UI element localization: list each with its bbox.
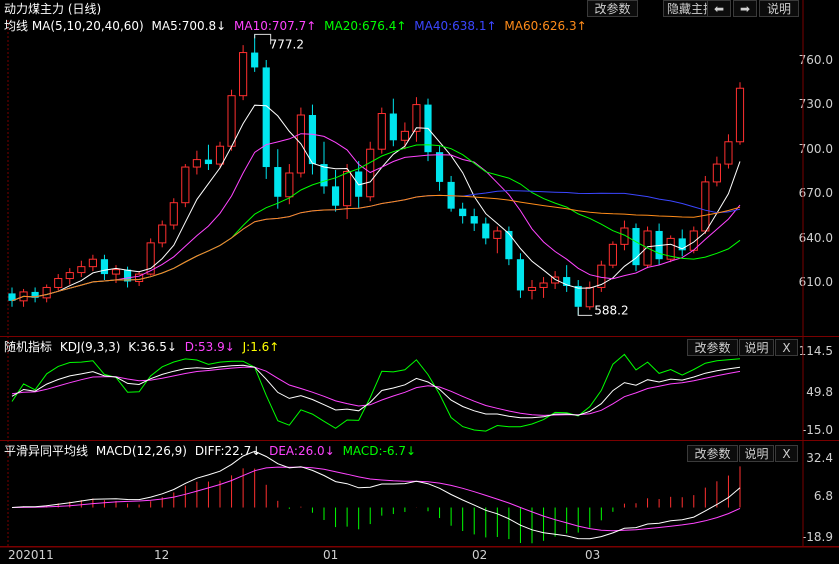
candle-body	[516, 259, 525, 291]
candle-body	[158, 224, 167, 244]
candle-body	[377, 113, 386, 150]
candle-body	[574, 285, 582, 307]
candle-body	[735, 87, 745, 143]
candle-body	[608, 243, 617, 266]
candle-body	[262, 67, 270, 168]
candle-body	[77, 266, 86, 274]
candle-body	[343, 171, 352, 207]
candle-body	[701, 181, 710, 232]
ma40-line	[11, 190, 741, 302]
high-marker	[254, 33, 272, 45]
kdj-j-line	[11, 353, 741, 432]
candle-body	[285, 172, 294, 198]
candle-body	[493, 230, 502, 239]
candle-body	[435, 152, 444, 182]
candle-body	[400, 130, 409, 141]
candle-body	[65, 272, 74, 280]
candle-body	[227, 95, 236, 147]
candle-body	[308, 115, 317, 165]
candle-body	[459, 208, 467, 217]
macd-diff-line	[11, 450, 741, 540]
high-label: 777.2	[270, 37, 304, 51]
chart-canvas[interactable]: 777.2 588.2	[0, 0, 839, 564]
candle-body	[539, 282, 548, 288]
macd-group	[11, 450, 741, 544]
candle-body	[251, 52, 259, 68]
candle-body	[274, 167, 282, 197]
candle-body	[181, 166, 190, 204]
candle-body	[505, 230, 513, 260]
ma5-line	[11, 104, 741, 302]
candle-body	[169, 202, 178, 226]
ma20-line	[11, 144, 741, 302]
candle-body	[724, 141, 733, 165]
candle-body	[192, 159, 201, 168]
candle-body	[239, 52, 248, 97]
low-label: 588.2	[594, 303, 628, 317]
candle-body	[111, 269, 121, 275]
ma-lines-group	[11, 104, 741, 302]
kdj-d-line	[11, 366, 741, 416]
candle-body	[54, 278, 63, 288]
candle-body	[204, 159, 213, 165]
candle-body	[482, 223, 490, 239]
candle-body	[100, 259, 109, 275]
kdj-k-line	[11, 364, 741, 419]
candle-body	[42, 286, 51, 299]
kdj-lines-group	[11, 353, 741, 432]
candle-body	[527, 286, 537, 291]
candle-body	[215, 145, 225, 165]
candle-body	[88, 258, 97, 268]
candle-body	[585, 286, 594, 308]
ma60-line	[11, 194, 741, 302]
candle-body	[331, 186, 340, 206]
candle-body	[470, 216, 478, 224]
candle-body	[389, 113, 397, 141]
candle-body	[712, 163, 721, 183]
